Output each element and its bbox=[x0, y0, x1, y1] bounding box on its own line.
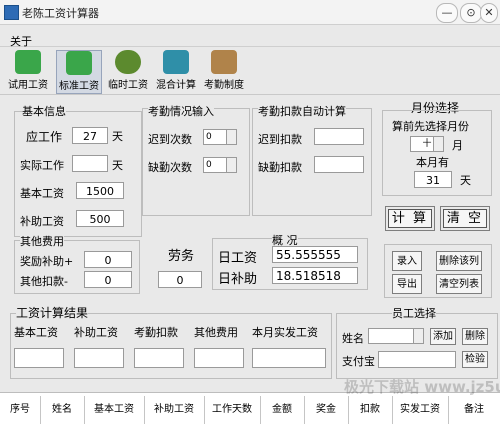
absent-deduct-field[interactable] bbox=[314, 156, 364, 173]
tool-label: 临时工资 bbox=[108, 80, 148, 91]
column-header[interactable]: 姓名 bbox=[40, 396, 85, 424]
column-header[interactable]: 奖金 bbox=[304, 396, 349, 424]
alipay-input[interactable] bbox=[378, 351, 456, 368]
column-header[interactable]: 实发工资 bbox=[392, 396, 449, 424]
work-days-label: 应工作 bbox=[26, 130, 63, 144]
late-deduct-label: 迟到扣款 bbox=[258, 133, 302, 146]
delete-employee-button[interactable]: 删除 bbox=[462, 328, 488, 345]
unit-label: 天 bbox=[112, 159, 123, 172]
result-net-pay-field bbox=[252, 348, 326, 368]
tool-attendance-policy[interactable]: 考勤制度 bbox=[202, 50, 246, 92]
check-button[interactable]: 检验 bbox=[462, 351, 488, 368]
group-title: 其他费用 bbox=[20, 233, 64, 249]
other-deduct-label: 其他扣款- bbox=[20, 275, 68, 288]
daily-wage-value: 55.555555 bbox=[272, 246, 358, 263]
base-wage-input[interactable]: 1500 bbox=[76, 182, 124, 199]
clipboard-icon bbox=[211, 50, 237, 74]
people-icon bbox=[163, 50, 189, 74]
results-group bbox=[10, 313, 332, 379]
name-label: 姓名 bbox=[342, 332, 364, 345]
result-allowance-field bbox=[74, 348, 124, 368]
person-icon bbox=[15, 50, 41, 74]
base-wage-label: 基本工资 bbox=[20, 187, 64, 200]
late-count-label: 迟到次数 bbox=[148, 133, 192, 146]
days-label: 本月有 bbox=[416, 156, 449, 169]
daily-wage-label: 日工资 bbox=[218, 251, 258, 266]
close-button[interactable]: ✕ bbox=[480, 3, 498, 23]
daily-subsidy-value: 18.518518 bbox=[272, 267, 358, 284]
tool-label: 考勤制度 bbox=[204, 80, 244, 91]
column-header[interactable]: 扣款 bbox=[348, 396, 393, 424]
allowance-label: 补助工资 bbox=[20, 215, 64, 228]
group-title: 考勤扣款自动计算 bbox=[258, 103, 346, 119]
column-header[interactable]: 基本工资 bbox=[84, 396, 145, 424]
tool-trial-wage[interactable]: 试用工资 bbox=[8, 50, 48, 92]
delete-column-button[interactable]: 删除该列 bbox=[436, 251, 482, 271]
employee-group bbox=[336, 313, 498, 379]
tool-label: 标准工资 bbox=[59, 81, 99, 92]
month-unit: 月 bbox=[452, 139, 463, 152]
employee-name-select[interactable] bbox=[368, 328, 424, 344]
window-title: 老陈工资计算器 bbox=[22, 7, 99, 20]
result-header: 本月实发工资 bbox=[252, 326, 318, 339]
column-header[interactable]: 备注 bbox=[448, 396, 500, 424]
result-deduct-field bbox=[134, 348, 184, 368]
result-header: 其他费用 bbox=[194, 326, 238, 339]
group-title: 基本信息 bbox=[22, 103, 66, 119]
result-header: 补助工资 bbox=[74, 326, 118, 339]
month-spinner[interactable]: 十 bbox=[410, 136, 444, 152]
result-header: 考勤扣款 bbox=[134, 326, 178, 339]
tool-temp-wage[interactable]: 临时工资 bbox=[106, 50, 150, 92]
column-header[interactable]: 序号 bbox=[0, 396, 41, 424]
month-hint: 算前先选择月份 bbox=[392, 120, 469, 133]
alipay-label: 支付宝 bbox=[342, 355, 375, 368]
labor-input[interactable]: 0 bbox=[158, 271, 202, 288]
absent-deduct-label: 缺勤扣款 bbox=[258, 161, 302, 174]
column-header[interactable]: 补助工资 bbox=[144, 396, 205, 424]
days-field[interactable]: 31 bbox=[414, 171, 452, 188]
absent-count-label: 缺勤次数 bbox=[148, 161, 192, 174]
clear-button[interactable]: 清 空 bbox=[440, 206, 490, 231]
actual-days-label: 实际工作 bbox=[20, 159, 64, 172]
other-deduct-input[interactable]: 0 bbox=[84, 271, 132, 288]
menu-bar bbox=[0, 30, 500, 47]
minimize-button[interactable]: — bbox=[436, 3, 458, 23]
bonus-input[interactable]: 0 bbox=[84, 251, 132, 268]
calculate-button[interactable]: 计 算 bbox=[385, 206, 435, 231]
late-deduct-field[interactable] bbox=[314, 128, 364, 145]
watermark: 极光下载站 www.jz5u.com bbox=[344, 378, 500, 396]
daily-subsidy-label: 日补助 bbox=[218, 272, 258, 287]
export-button[interactable]: 导出 bbox=[392, 274, 422, 294]
result-other-field bbox=[194, 348, 244, 368]
tool-standard-wage[interactable]: 标准工资 bbox=[56, 50, 102, 94]
labor-label: 劳务 bbox=[168, 249, 195, 264]
restore-button[interactable]: ⊙ bbox=[460, 3, 482, 23]
work-days-input[interactable]: 27 bbox=[72, 127, 108, 144]
group-title: 考勤情况输入 bbox=[148, 103, 214, 119]
clock-icon bbox=[115, 50, 141, 74]
enter-button[interactable]: 录入 bbox=[392, 251, 422, 271]
unit-label: 天 bbox=[112, 130, 123, 143]
tool-label: 试用工资 bbox=[8, 80, 48, 91]
add-employee-button[interactable]: 添加 bbox=[430, 328, 456, 345]
clear-list-button[interactable]: 清空列表 bbox=[436, 274, 482, 294]
app-icon bbox=[4, 5, 19, 20]
days-unit: 天 bbox=[460, 174, 471, 187]
bonus-label: 奖励补助+ bbox=[20, 255, 74, 268]
late-count-spinner[interactable]: 0 bbox=[203, 129, 237, 145]
actual-days-input[interactable] bbox=[72, 155, 108, 172]
column-header[interactable]: 工作天数 bbox=[204, 396, 261, 424]
tool-label: 混合计算 bbox=[156, 80, 196, 91]
group-title: 工资计算结果 bbox=[16, 304, 89, 321]
column-header[interactable]: 金额 bbox=[260, 396, 305, 424]
tool-mixed-calc[interactable]: 混合计算 bbox=[154, 50, 198, 92]
result-base-field bbox=[14, 348, 64, 368]
person-icon bbox=[66, 51, 92, 75]
absent-count-spinner[interactable]: 0 bbox=[203, 157, 237, 173]
result-header: 基本工资 bbox=[14, 326, 58, 339]
group-title: 员工选择 bbox=[392, 305, 436, 321]
allowance-input[interactable]: 500 bbox=[76, 210, 124, 227]
